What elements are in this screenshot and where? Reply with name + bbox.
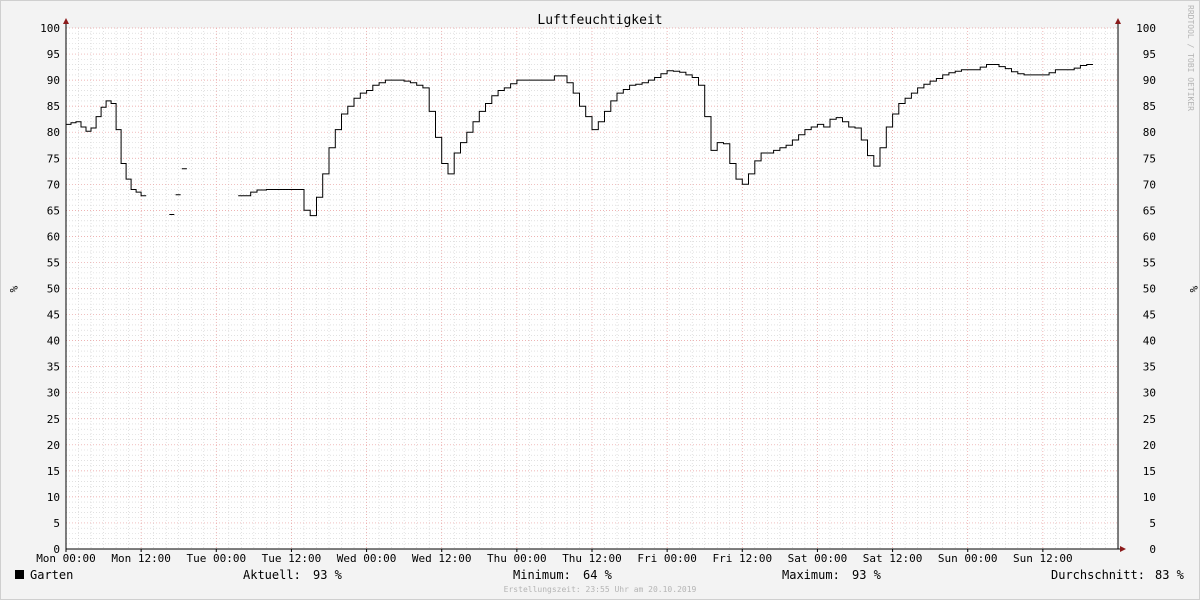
- y-tick-label-right: 95: [1143, 48, 1156, 61]
- y-tick-label-left: 5: [53, 517, 60, 530]
- y-tick-label-right: 25: [1143, 413, 1156, 426]
- maximum-value: 93 %: [852, 568, 882, 582]
- y-tick-label-right: 10: [1143, 491, 1156, 504]
- y-tick-label-right: 15: [1143, 465, 1156, 478]
- y-axis-label-right: %: [1187, 286, 1200, 293]
- y-tick-label-left: 55: [47, 256, 60, 269]
- y-tick-label-right: 100: [1136, 22, 1156, 35]
- y-tick-label-left: 45: [47, 309, 60, 322]
- x-axis-arrow: [1120, 546, 1126, 552]
- minimum-value: 64 %: [583, 568, 613, 582]
- y-tick-label-left: 50: [47, 283, 60, 296]
- x-tick-label: Thu 00:00: [487, 552, 547, 565]
- x-tick-label: Sun 00:00: [938, 552, 998, 565]
- y-tick-label-left: 90: [47, 74, 60, 87]
- y-tick-label-right: 20: [1143, 439, 1156, 452]
- x-tick-label: Fri 12:00: [712, 552, 772, 565]
- x-tick-label: Tue 12:00: [262, 552, 322, 565]
- x-tick-label: Thu 12:00: [562, 552, 622, 565]
- y-tick-label-left: 20: [47, 439, 60, 452]
- x-tick-label: Wed 00:00: [337, 552, 397, 565]
- y-tick-label-right: 65: [1143, 204, 1156, 217]
- x-tick-label: Sat 12:00: [863, 552, 923, 565]
- legend-series-name: Garten: [30, 568, 73, 582]
- x-tick-label: Fri 00:00: [637, 552, 697, 565]
- x-tick-label: Sat 00:00: [788, 552, 848, 565]
- y-tick-label-left: 25: [47, 413, 60, 426]
- aktuell-label: Aktuell:: [243, 568, 301, 582]
- chart-svg: 0 5 10 15 20 25 30 35 40 45 50 55 60 65 70 75 80 85 90 95 10…: [7, 5, 1200, 594]
- x-ticks: Mon 00:00 Mon 12:00 Tue 00:00 Tue 12:00 Wed …: [36, 552, 1072, 565]
- y-tick-label-left: 100: [40, 22, 60, 35]
- y-tick-label-right: 5: [1149, 517, 1156, 530]
- y-tick-label-right: 45: [1143, 309, 1156, 322]
- y-tick-label-right: 0: [1149, 543, 1156, 556]
- x-tick-label: Mon 12:00: [111, 552, 171, 565]
- y-tick-label-right: 60: [1143, 230, 1156, 243]
- y-tick-label-left: 75: [47, 152, 60, 165]
- y-tick-label-left: 10: [47, 491, 60, 504]
- y-tick-label-left: 95: [47, 48, 60, 61]
- x-tick-label: Wed 12:00: [412, 552, 472, 565]
- y-ticks-left: 0510152025303540455055606570758085909510…: [40, 22, 60, 556]
- legend-swatch: [15, 570, 24, 579]
- y-tick-label-left: 85: [47, 100, 60, 113]
- y-tick-label-left: 70: [47, 178, 60, 191]
- durchschnitt-value: 83 %: [1155, 568, 1185, 582]
- y-tick-label-right: 55: [1143, 256, 1156, 269]
- y-tick-label-left: 60: [47, 230, 60, 243]
- x-tick-label: Tue 00:00: [186, 552, 246, 565]
- y-tick-label-right: 70: [1143, 178, 1156, 191]
- y-tick-label-left: 80: [47, 126, 60, 139]
- y-tick-label-left: 35: [47, 361, 60, 374]
- footer-timestamp: Erstellungszeit: 23:55 Uhr am 20.10.2019: [504, 585, 697, 594]
- y-axis-arrow-right: [1115, 18, 1121, 24]
- chart-title: Luftfeuchtigkeit: [537, 13, 662, 28]
- x-tick-label: Mon 00:00: [36, 552, 96, 565]
- y-tick-label-left: 15: [47, 465, 60, 478]
- aktuell-value: 93 %: [313, 568, 343, 582]
- y-tick-label-right: 35: [1143, 361, 1156, 374]
- y-tick-label-right: 30: [1143, 387, 1156, 400]
- maximum-label: Maximum:: [782, 568, 840, 582]
- minimum-label: Minimum:: [513, 568, 571, 582]
- y-tick-label-right: 80: [1143, 126, 1156, 139]
- y-tick-label-right: 50: [1143, 283, 1156, 296]
- durchschnitt-label: Durchschnitt:: [1051, 568, 1145, 582]
- y-tick-label-left: 65: [47, 204, 60, 217]
- y-tick-label-right: 90: [1143, 74, 1156, 87]
- watermark: RRDTOOL / TOBI OETIKER: [1186, 5, 1195, 111]
- y-axis-label-left: %: [7, 286, 20, 293]
- y-tick-label-right: 85: [1143, 100, 1156, 113]
- y-tick-label-left: 30: [47, 387, 60, 400]
- y-tick-label-right: 40: [1143, 335, 1156, 348]
- x-tick-label: Sun 12:00: [1013, 552, 1073, 565]
- y-tick-label-left: 40: [47, 335, 60, 348]
- y-tick-label-right: 75: [1143, 152, 1156, 165]
- y-ticks-right: 0 5 10 15 20 25 30 35 40 45 50 55 60 65 70 75 80 85 90 95 10…: [1136, 22, 1156, 556]
- y-axis-arrow-left: [63, 18, 69, 24]
